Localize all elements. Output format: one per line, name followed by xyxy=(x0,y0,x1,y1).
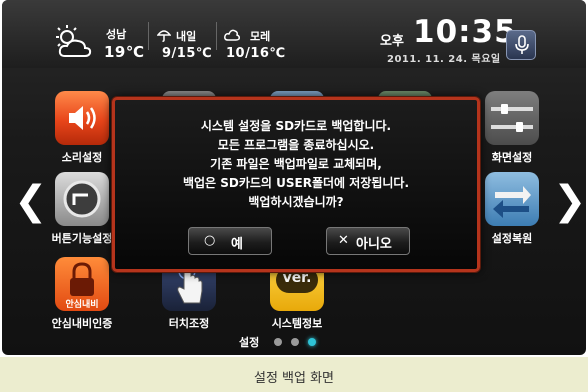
weather-temp-today: 19℃ xyxy=(104,43,145,61)
yes-button-label: 예 xyxy=(231,237,243,252)
circle-icon: ○ xyxy=(204,233,216,248)
swap-arrows-icon xyxy=(485,172,539,226)
clock-time: 10:35 xyxy=(413,14,517,50)
yes-button[interactable]: ○ 예 xyxy=(188,227,272,255)
pager-label: 설정 xyxy=(239,336,260,349)
dialog-message-line: 모든 프로그램을 종료하십시오. xyxy=(217,138,375,152)
button-dial-icon xyxy=(55,172,109,226)
padlock-icon: 안심내비 xyxy=(55,257,109,311)
caption-bar: 설정 백업 화면 xyxy=(0,357,588,392)
app-label: 터치조정 xyxy=(168,317,210,330)
app-label: 화면설정 xyxy=(491,151,533,164)
voice-button[interactable] xyxy=(506,30,536,60)
clock-ampm: 오후 xyxy=(380,34,404,49)
dialog-message-line: 시스템 설정을 SD카드로 백업합니다. xyxy=(200,119,392,133)
no-button[interactable]: ✕ 아니오 xyxy=(326,227,410,255)
dialog-message-line: 기존 파일은 백업파일로 교체되며, xyxy=(210,157,382,171)
security-badge-text: 안심내비 xyxy=(65,300,99,310)
cloud-icon xyxy=(224,29,240,41)
navigation-screen: 성남 19℃ 내일 9/15℃ 모레 10/16℃ 오후 10:35 2011.… xyxy=(2,0,586,355)
divider xyxy=(148,22,149,50)
divider xyxy=(216,22,217,50)
app-label: 안심내비인증 xyxy=(51,317,113,330)
page-next-arrow[interactable]: ❯ xyxy=(553,178,586,224)
umbrella-icon xyxy=(157,30,171,42)
dialog-message-line: 백업은 SD카드의 USER폴더에 저장됩니다. xyxy=(182,176,410,190)
speaker-icon xyxy=(55,91,109,145)
weather-temp-tomorrow: 9/15℃ xyxy=(162,46,213,61)
no-button-label: 아니오 xyxy=(356,237,392,252)
weather-place: 성남 xyxy=(106,28,127,41)
clock-date: 2011. 11. 24. 목요일 xyxy=(387,54,501,65)
page-dot[interactable] xyxy=(274,338,282,346)
page-dot[interactable] xyxy=(291,338,299,346)
weather-tomorrow-label: 내일 xyxy=(176,30,197,43)
brightness-sliders-icon xyxy=(485,91,539,145)
backup-dialog: 시스템 설정을 SD카드로 백업합니다. 모든 프로그램을 종료하십시오. 기존… xyxy=(112,97,480,272)
app-label: 시스템정보 xyxy=(271,317,323,330)
page-dot-active[interactable] xyxy=(308,338,316,346)
version-badge-text: ver. xyxy=(282,270,312,286)
status-bar: 성남 19℃ 내일 9/15℃ 모레 10/16℃ 오후 10:35 2011.… xyxy=(2,0,586,68)
microphone-icon xyxy=(515,35,529,54)
x-icon: ✕ xyxy=(338,233,349,248)
app-label: 설정복원 xyxy=(491,232,533,245)
weather-temp-dayafter: 10/16℃ xyxy=(226,46,286,61)
weather-dayafter-label: 모레 xyxy=(250,30,271,43)
page-prev-arrow[interactable]: ❮ xyxy=(14,178,48,224)
dialog-message-line: 백업하시겠습니까? xyxy=(248,195,344,209)
partly-cloudy-sun-icon xyxy=(56,25,92,57)
caption-text: 설정 백업 화면 xyxy=(253,371,335,386)
